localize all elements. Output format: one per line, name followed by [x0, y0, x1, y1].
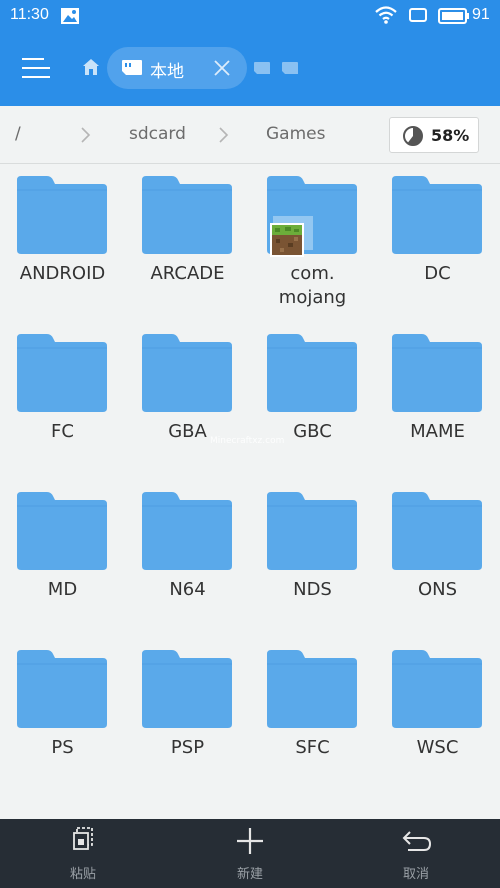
folder-name: ANDROID	[19, 263, 106, 284]
wifi-icon	[375, 6, 397, 24]
window-tab-icon[interactable]	[281, 61, 299, 75]
folder-item[interactable]: DC	[375, 170, 500, 320]
folder-name: com. mojang	[278, 263, 347, 308]
folder-item[interactable]: GBC	[250, 328, 375, 478]
app-bar: 本地	[0, 32, 500, 106]
folder-name: MAME	[410, 421, 465, 442]
new-button[interactable]: 新建	[190, 819, 310, 888]
folder-name: NDS	[293, 579, 332, 600]
folder-icon	[142, 334, 232, 412]
chevron-right-icon	[219, 127, 229, 143]
folder-icon	[392, 650, 482, 728]
folder-item[interactable]: ARCADE	[125, 170, 250, 320]
status-bar: 11:30 91	[0, 0, 500, 32]
breadcrumb-sdcard[interactable]: sdcard	[129, 124, 186, 144]
folder-item[interactable]: ONS	[375, 486, 500, 636]
folder-name: DC	[424, 263, 451, 284]
folder-icon	[267, 650, 357, 728]
battery-percent: 91	[472, 6, 490, 23]
folder-icon	[267, 334, 357, 412]
plus-icon	[237, 828, 263, 854]
folder-name: FC	[51, 421, 74, 442]
close-icon[interactable]	[213, 59, 231, 77]
menu-button[interactable]	[22, 54, 54, 84]
folder-icon	[17, 650, 107, 728]
cancel-button[interactable]: 取消	[356, 819, 476, 888]
folder-name: PS	[51, 737, 74, 758]
sdcard-icon	[122, 60, 142, 75]
folder-item[interactable]: PS	[0, 644, 125, 794]
pie-chart-icon	[403, 126, 423, 146]
folder-icon	[392, 176, 482, 254]
cancel-label: 取消	[402, 867, 429, 882]
folder-item[interactable]: SFC	[250, 644, 375, 794]
tab-label: 本地	[150, 62, 184, 82]
folder-icon	[17, 334, 107, 412]
paste-button[interactable]: 粘贴	[23, 819, 143, 888]
breadcrumb-games[interactable]: Games	[266, 124, 325, 144]
folder-item[interactable]: NDS	[250, 486, 375, 636]
window-tab-icon[interactable]	[253, 61, 271, 75]
folder-icon	[142, 176, 232, 254]
breadcrumb: / sdcard Games 58%	[0, 106, 500, 164]
paste-label: 粘贴	[69, 867, 96, 882]
folder-icon	[142, 492, 232, 570]
back-arrow-icon	[402, 831, 432, 851]
folder-icon	[17, 492, 107, 570]
rotate-icon	[409, 8, 427, 22]
folder-item[interactable]: WSC	[375, 644, 500, 794]
folder-item[interactable]: N64	[125, 486, 250, 636]
watermark: Minecraftxz.com	[210, 436, 285, 446]
tab-local[interactable]: 本地	[107, 47, 247, 89]
home-icon[interactable]	[82, 58, 100, 76]
bottom-action-bar: 粘贴 新建 取消	[0, 819, 500, 888]
folder-item[interactable]: FC	[0, 328, 125, 478]
folder-item[interactable]: com. mojang	[250, 170, 375, 320]
folder-icon	[392, 492, 482, 570]
folder-name: N64	[169, 579, 206, 600]
folder-icon	[267, 492, 357, 570]
battery-icon	[438, 8, 469, 24]
folder-icon	[392, 334, 482, 412]
folder-name: ARCADE	[150, 263, 225, 284]
folder-icon	[17, 176, 107, 254]
status-time: 11:30	[10, 6, 49, 23]
image-icon	[61, 8, 79, 24]
folder-item[interactable]: ANDROID	[0, 170, 125, 320]
folder-name: SFC	[295, 737, 330, 758]
folder-icon	[142, 650, 232, 728]
folder-item[interactable]: PSP	[125, 644, 250, 794]
folder-name: WSC	[416, 737, 459, 758]
folder-name: MD	[47, 579, 78, 600]
folder-name: PSP	[170, 737, 205, 758]
folder-item[interactable]: MAME	[375, 328, 500, 478]
storage-percent: 58%	[431, 126, 470, 145]
breadcrumb-root[interactable]: /	[15, 124, 21, 144]
folder-name: ONS	[417, 579, 458, 600]
paste-icon	[73, 827, 93, 850]
new-label: 新建	[236, 867, 263, 882]
folder-item[interactable]: GBA	[125, 328, 250, 478]
storage-usage-button[interactable]: 58%	[389, 117, 479, 153]
minecraft-app-icon	[270, 223, 304, 257]
folder-item[interactable]: MD	[0, 486, 125, 636]
chevron-right-icon	[81, 127, 91, 143]
